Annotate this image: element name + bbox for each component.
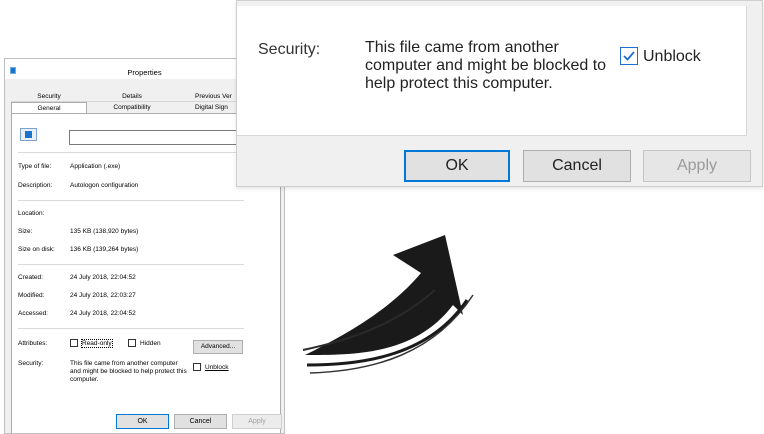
accessed-value: 24 July 2018, 22:04:52 — [70, 310, 136, 317]
unblock-checkbox[interactable] — [193, 363, 201, 371]
accessed-label: Accessed: — [18, 310, 48, 317]
location-label: Location: — [18, 210, 45, 217]
description-value: Autologon configuration — [70, 182, 139, 189]
zoom-security-text: This file came from another computer and… — [365, 39, 607, 92]
attributes-label: Attributes: — [18, 340, 48, 347]
read-only-checkbox[interactable] — [70, 339, 78, 347]
created-value: 24 July 2018, 22:04:52 — [70, 274, 136, 281]
unblock-label: Unblock — [205, 364, 229, 371]
type-label: Type of file: — [18, 163, 52, 170]
type-value: Application (.exe) — [70, 163, 121, 170]
security-label: Security: — [18, 360, 44, 367]
tab-security[interactable]: Security — [11, 91, 87, 102]
zoom-security-label: Security: — [258, 41, 321, 58]
modified-label: Modified: — [18, 292, 45, 299]
security-text: This file came from another computer and… — [70, 360, 187, 383]
zoomed-panel: Security: This file came from another co… — [237, 6, 747, 136]
zoom-ok-button[interactable]: OK — [404, 150, 510, 182]
divider — [18, 328, 244, 329]
hidden-label: Hidden — [140, 340, 161, 347]
divider — [18, 264, 244, 265]
size-value: 135 KB (138,920 bytes) — [70, 228, 139, 235]
advanced-button[interactable]: Advanced... — [193, 340, 243, 354]
size-label: Size: — [18, 228, 33, 235]
checkmark-icon — [623, 51, 635, 61]
zoom-unblock-label: Unblock — [643, 48, 701, 65]
size-on-disk-label: Size on disk: — [18, 246, 55, 253]
size-on-disk-value: 136 KB (139,264 bytes) — [70, 246, 139, 253]
tab-compatibility[interactable]: Compatibility — [87, 102, 177, 113]
cancel-button[interactable]: Cancel — [174, 414, 227, 429]
description-label: Description: — [18, 182, 53, 189]
created-label: Created: — [18, 274, 43, 281]
zoom-cancel-button[interactable]: Cancel — [523, 150, 631, 182]
modified-value: 24 July 2018, 22:03:27 — [70, 292, 136, 299]
zoom-apply-button[interactable]: Apply — [643, 150, 751, 182]
tab-details[interactable]: Details — [87, 91, 177, 102]
hidden-checkbox[interactable] — [128, 339, 136, 347]
file-icon — [20, 128, 37, 141]
apply-button[interactable]: Apply — [232, 414, 282, 429]
ok-button[interactable]: OK — [116, 414, 169, 429]
divider — [18, 152, 244, 153]
curved-arrow-icon — [302, 235, 474, 374]
zoom-unblock-checkbox[interactable] — [620, 47, 638, 65]
divider — [18, 200, 244, 201]
read-only-label: Read-only — [81, 339, 113, 348]
zoomed-security-section: Security: This file came from another co… — [236, 0, 763, 187]
tab-general[interactable]: General — [11, 102, 87, 113]
